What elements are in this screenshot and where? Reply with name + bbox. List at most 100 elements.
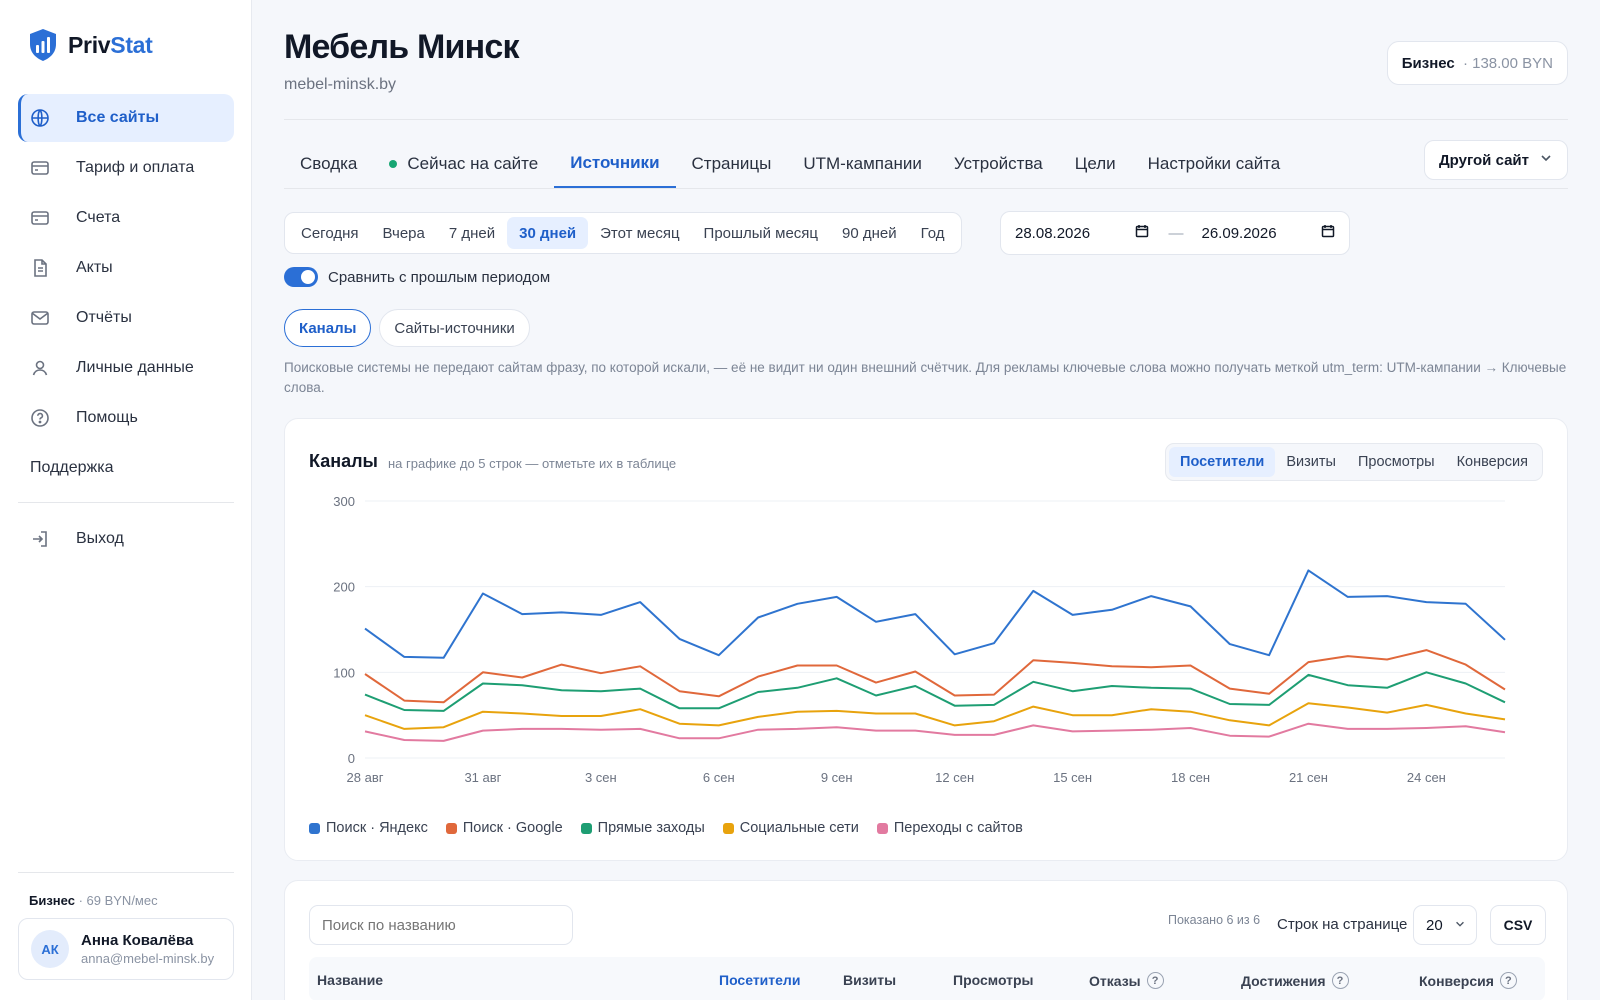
x-tick-label: 3 сен: [585, 770, 617, 785]
legend-swatch: [309, 822, 320, 834]
y-tick-label: 100: [333, 665, 355, 680]
globe-icon: [30, 108, 50, 128]
x-tick-label: 12 сен: [935, 770, 974, 785]
help-icon: [30, 408, 50, 428]
date-from-field[interactable]: 28.08.2026: [1015, 224, 1149, 242]
period-selector: Сегодня Вчера 7 дней 30 дней Этот месяц …: [284, 212, 962, 254]
column-pageviews[interactable]: Просмотры: [953, 972, 1034, 988]
period-this-month[interactable]: Этот месяц: [588, 217, 691, 249]
period-last-month[interactable]: Прошлый месяц: [692, 217, 830, 249]
main-content: Мебель Минск mebel-minsk.by Бизнес · 138…: [284, 0, 1568, 1000]
legend-swatch: [876, 822, 888, 834]
compare-label: Сравнить с прошлым периодом: [328, 268, 551, 286]
tab-live[interactable]: Сейчас на сайте: [373, 140, 554, 188]
column-achievements[interactable]: Достижения?: [1241, 972, 1349, 989]
metric-visits[interactable]: Визиты: [1275, 447, 1347, 477]
metric-switcher: Посетители Визиты Просмотры Конверсия: [1165, 443, 1543, 481]
sidebar-item-invoices[interactable]: Счета: [18, 194, 234, 242]
csv-export-button[interactable]: CSV: [1490, 905, 1546, 945]
tab-devices[interactable]: Устройства: [938, 140, 1059, 188]
tab-site-settings[interactable]: Настройки сайта: [1132, 140, 1297, 188]
period-30-days[interactable]: 30 дней: [507, 217, 589, 249]
sidebar-item-profile[interactable]: Личные данные: [18, 344, 234, 392]
metric-pageviews[interactable]: Просмотры: [1347, 447, 1446, 477]
column-bounces[interactable]: Отказы?: [1089, 972, 1164, 989]
x-tick-label: 31 авг: [464, 770, 501, 785]
x-tick-label: 24 сен: [1407, 770, 1446, 785]
tab-sources[interactable]: Источники: [554, 140, 676, 188]
sidebar-item-label: Все сайты: [76, 109, 160, 126]
rows-per-page-select[interactable]: 20: [1413, 905, 1477, 945]
column-conversion[interactable]: Конверсия?: [1419, 972, 1517, 989]
tab-goals[interactable]: Цели: [1059, 140, 1132, 188]
user-card[interactable]: АК Анна Ковалёва anna@mebel-minsk.by: [18, 918, 234, 980]
legend-item-google[interactable]: Поиск · Google: [445, 820, 563, 836]
logout-icon: [30, 529, 50, 549]
channels-chart-card: 0 100 200 300 28 авг 31 авг 3 сен 6 сен 9 сен 12 …: [284, 418, 1568, 861]
sidebar-item-all-sites[interactable]: Все сайты: [18, 94, 234, 142]
series-line: [364, 569, 1506, 659]
sidebar-item-help[interactable]: Помощь: [18, 394, 234, 442]
period-yesterday[interactable]: Вчера: [371, 217, 437, 249]
card-icon: [30, 208, 50, 228]
legend-item-direct[interactable]: Прямые заходы: [580, 820, 705, 836]
period-today[interactable]: Сегодня: [289, 217, 371, 249]
help-icon[interactable]: ?: [1331, 972, 1349, 989]
compare-row: Сравнить с прошлым периодом: [284, 267, 550, 287]
column-visitors[interactable]: Посетители: [719, 972, 800, 988]
logo[interactable]: PrivStat: [28, 28, 153, 62]
user-email: anna@mebel-minsk.by: [81, 951, 215, 966]
channels-line-chart: 0 100 200 300 28 авг 31 авг 3 сен 6 сен 9 сен 12 …: [333, 494, 1506, 785]
series-line: [364, 722, 1506, 742]
period-90-days[interactable]: 90 дней: [830, 217, 909, 249]
shown-count: Показано 6 из 6: [1168, 913, 1261, 927]
y-tick-label: 0: [348, 751, 355, 766]
x-tick-label: 15 сен: [1053, 770, 1092, 785]
sidebar-item-label: Акты: [76, 259, 113, 276]
legend-item-referrals[interactable]: Переходы с сайтов: [876, 820, 1023, 836]
other-site-dropdown[interactable]: Другой сайт: [1423, 140, 1568, 180]
subtab-channels[interactable]: Каналы: [284, 309, 372, 347]
help-icon[interactable]: ?: [1499, 972, 1517, 989]
calendar-icon: [1135, 224, 1149, 242]
metric-conversion[interactable]: Конверсия: [1446, 447, 1539, 477]
site-tabs: Сводка Сейчас на сайте Источники Страниц…: [284, 140, 1296, 188]
legend-item-social[interactable]: Социальные сети: [722, 820, 859, 836]
live-dot-icon: [389, 160, 398, 168]
legend-item-yandex[interactable]: Поиск · Яндекс: [309, 820, 428, 836]
document-icon: [30, 258, 50, 278]
sidebar-item-label: Помощь: [76, 409, 138, 426]
column-visits[interactable]: Визиты: [843, 972, 896, 988]
sidebar: PrivStat Все сайты Тариф и оплата Счета …: [0, 0, 252, 1000]
sidebar-item-support[interactable]: Поддержка: [18, 444, 234, 492]
tab-utm[interactable]: UTM-кампании: [787, 140, 937, 188]
date-separator: —: [1168, 224, 1184, 242]
site-domain: mebel-minsk.by: [284, 76, 397, 93]
sidebar-item-label: Тариф и оплата: [76, 159, 195, 176]
plan-balance-badge[interactable]: Бизнес · 138.00 BYN: [1386, 41, 1568, 85]
tab-pages[interactable]: Страницы: [676, 140, 788, 188]
help-icon[interactable]: ?: [1146, 972, 1164, 989]
sidebar-item-reports[interactable]: Отчёты: [18, 294, 234, 342]
sidebar-item-logout[interactable]: Выход: [18, 515, 234, 563]
y-tick-label: 200: [333, 580, 355, 595]
period-year[interactable]: Год: [909, 217, 957, 249]
chart-subtitle: на графике до 5 строк — отметьте их в та…: [388, 456, 677, 471]
tab-summary[interactable]: Сводка: [284, 140, 373, 188]
calendar-icon: [1321, 224, 1335, 242]
sidebar-item-billing[interactable]: Тариф и оплата: [18, 144, 234, 192]
sidebar-item-acts[interactable]: Акты: [18, 244, 234, 292]
x-tick-label: 6 сен: [703, 770, 735, 785]
period-7-days[interactable]: 7 дней: [437, 217, 507, 249]
search-input[interactable]: [309, 905, 573, 945]
logo-text: PrivStat: [68, 31, 153, 58]
date-to-field[interactable]: 26.09.2026: [1202, 224, 1336, 242]
chevron-down-icon: [1539, 151, 1553, 169]
legend-swatch: [580, 822, 592, 834]
column-name[interactable]: Название: [317, 972, 383, 988]
compare-toggle[interactable]: [284, 267, 318, 287]
series-line: [364, 649, 1506, 704]
metric-visitors[interactable]: Посетители: [1169, 447, 1276, 477]
subtab-referrer-sites[interactable]: Сайты-источники: [379, 309, 530, 347]
page-title: Мебель Минск: [284, 28, 520, 66]
